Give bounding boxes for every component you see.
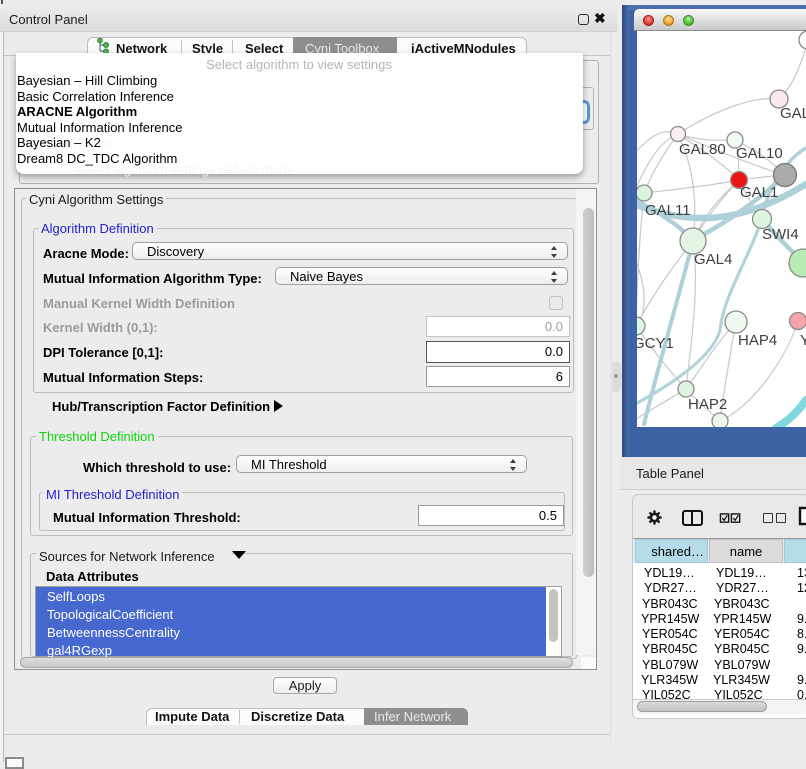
svg-text:GAL: GAL [780, 105, 806, 122]
svg-text:HAP2: HAP2 [688, 396, 727, 413]
svg-text:GCY1: GCY1 [637, 335, 674, 352]
svg-text:GAL4: GAL4 [694, 251, 732, 268]
svg-text:SWI4: SWI4 [762, 226, 799, 243]
svg-text:HAP4: HAP4 [738, 332, 777, 349]
svg-text:GAL11: GAL11 [645, 202, 691, 219]
svg-text:GAL10: GAL10 [736, 145, 783, 162]
svg-text:GAL80: GAL80 [679, 141, 726, 158]
svg-text:Y: Y [800, 332, 806, 349]
svg-text:GAL1: GAL1 [740, 184, 778, 201]
